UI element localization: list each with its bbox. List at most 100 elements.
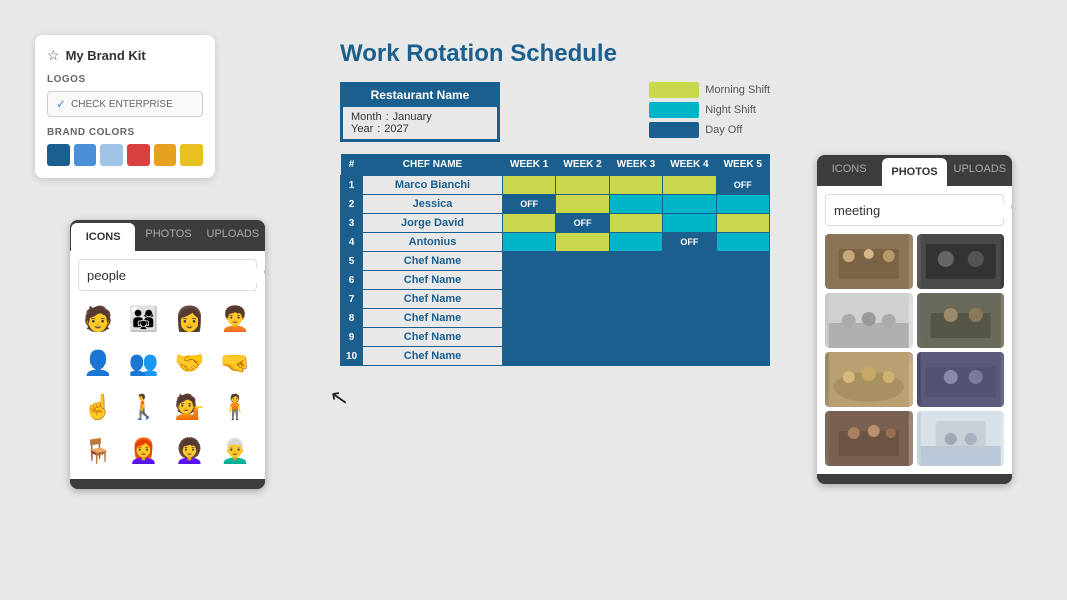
cell-row10-week5[interactable] [716,347,769,366]
icon-cell-6[interactable]: 👥 [124,343,164,383]
cell-row8-week1[interactable] [503,309,556,328]
photo-2[interactable] [917,234,1005,289]
cell-row9-week3[interactable] [609,328,662,347]
color-swatch-orange[interactable] [154,144,177,166]
icon-cell-8[interactable]: 🤜 [215,343,255,383]
cell-row5-week1[interactable] [503,252,556,271]
photo-search-input[interactable] [834,203,1010,218]
icon-cell-3[interactable]: 👩 [170,299,210,339]
cell-row3-week5[interactable] [716,214,769,233]
cell-row1-week3[interactable] [609,176,662,195]
icon-cell-15[interactable]: 👩‍🦱 [170,431,210,471]
cell-row2-week5[interactable] [716,195,769,214]
icon-cell-14[interactable]: 👩‍🦰 [124,431,164,471]
color-swatch-yellow[interactable] [180,144,203,166]
icon-cell-1[interactable]: 🧑 [78,299,118,339]
check-enterprise-button[interactable]: ✓ CHECK ENTERPRISE [47,91,203,117]
photo-6[interactable] [917,352,1005,407]
photo-8[interactable] [917,411,1005,466]
cell-row4-week2[interactable] [556,233,609,252]
cell-row9-week1[interactable] [503,328,556,347]
color-swatch-blue-dark[interactable] [47,144,70,166]
tab-uploads[interactable]: UPLOADS [201,220,265,251]
cell-row5-week4[interactable] [663,252,716,271]
photo-search-button[interactable]: 🔍 [1010,200,1012,220]
cell-row3-week3[interactable] [609,214,662,233]
cell-row9-week2[interactable] [556,328,609,347]
photo-3[interactable] [825,293,913,348]
cell-row10-week1[interactable] [503,347,556,366]
icon-cell-7[interactable]: 🤝 [170,343,210,383]
tab-photos[interactable]: PHOTOS [136,220,200,251]
cell-row8-week2[interactable] [556,309,609,328]
chef-name-4[interactable]: Antonius [363,233,503,252]
cell-row2-week2[interactable] [556,195,609,214]
cell-row2-week1[interactable]: OFF [503,195,556,214]
cell-row8-week4[interactable] [663,309,716,328]
chef-name-5[interactable]: Chef Name [363,252,503,271]
cell-row2-week3[interactable] [609,195,662,214]
cell-row4-week1[interactable] [503,233,556,252]
cell-row3-week2[interactable]: OFF [556,214,609,233]
cell-row4-week3[interactable] [609,233,662,252]
cell-row7-week1[interactable] [503,290,556,309]
cell-row4-week5[interactable] [716,233,769,252]
icon-cell-12[interactable]: 🧍 [215,387,255,427]
cell-row6-week3[interactable] [609,271,662,290]
color-swatch-red[interactable] [127,144,150,166]
search-button[interactable]: 🔍 [263,265,265,285]
icon-cell-4[interactable]: 🧑‍🦱 [215,299,255,339]
cell-row4-week4[interactable]: OFF [663,233,716,252]
cell-row7-week5[interactable] [716,290,769,309]
photo-1[interactable] [825,234,913,289]
icon-cell-10[interactable]: 🚶 [124,387,164,427]
photo-5[interactable] [825,352,913,407]
cell-row10-week2[interactable] [556,347,609,366]
icon-cell-2[interactable]: 👨‍👩‍👧 [124,299,164,339]
cell-row7-week2[interactable] [556,290,609,309]
photos-tab-photos[interactable]: PHOTOS [882,158,946,186]
photo-4[interactable] [917,293,1005,348]
chef-name-1[interactable]: Marco Bianchi [363,176,503,195]
color-swatch-blue-light[interactable] [100,144,123,166]
photo-7[interactable] [825,411,913,466]
search-input[interactable] [87,268,263,283]
cell-row9-week4[interactable] [663,328,716,347]
cell-row7-week3[interactable] [609,290,662,309]
cell-row3-week1[interactable] [503,214,556,233]
cell-row10-week3[interactable] [609,347,662,366]
chef-name-10[interactable]: Chef Name [363,347,503,366]
cell-row10-week4[interactable] [663,347,716,366]
chef-name-3[interactable]: Jorge David [363,214,503,233]
photos-tab-icons[interactable]: ICONS [817,155,881,186]
photos-tab-uploads[interactable]: UPLOADS [948,155,1012,186]
cell-row6-week2[interactable] [556,271,609,290]
cell-row1-week2[interactable] [556,176,609,195]
cell-row6-week1[interactable] [503,271,556,290]
cell-row6-week4[interactable] [663,271,716,290]
chef-name-8[interactable]: Chef Name [363,309,503,328]
icon-cell-11[interactable]: 💁 [170,387,210,427]
cell-row1-week5[interactable]: OFF [716,176,769,195]
chef-name-6[interactable]: Chef Name [363,271,503,290]
icon-cell-9[interactable]: ☝️ [78,387,118,427]
cell-row1-week1[interactable] [503,176,556,195]
icon-cell-13[interactable]: 🪑 [78,431,118,471]
cell-row5-week2[interactable] [556,252,609,271]
tab-icons[interactable]: ICONS [71,223,135,251]
cell-row9-week5[interactable] [716,328,769,347]
chef-name-9[interactable]: Chef Name [363,328,503,347]
cell-row5-week3[interactable] [609,252,662,271]
cell-row5-week5[interactable] [716,252,769,271]
cell-row1-week4[interactable] [663,176,716,195]
cell-row2-week4[interactable] [663,195,716,214]
chef-name-2[interactable]: Jessica [363,195,503,214]
cell-row7-week4[interactable] [663,290,716,309]
icon-cell-16[interactable]: 👨‍🦳 [215,431,255,471]
cell-row3-week4[interactable] [663,214,716,233]
cell-row8-week5[interactable] [716,309,769,328]
icon-cell-5[interactable]: 👤 [78,343,118,383]
chef-name-7[interactable]: Chef Name [363,290,503,309]
cell-row6-week5[interactable] [716,271,769,290]
color-swatch-blue[interactable] [74,144,97,166]
